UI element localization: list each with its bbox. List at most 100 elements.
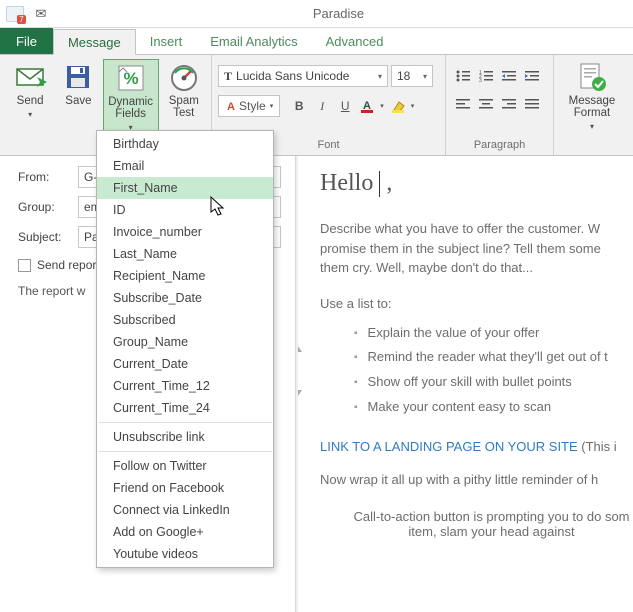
spam-test-label: Spam Test (169, 95, 199, 119)
menu-separator (98, 451, 272, 452)
landing-page-link[interactable]: LINK TO A LANDING PAGE ON YOUR SITE (320, 439, 578, 454)
tab-email-analytics[interactable]: Email Analytics (196, 28, 311, 54)
menu-separator (98, 422, 272, 423)
font-size-value: 18 (397, 69, 410, 83)
menu-item[interactable]: Current_Date (97, 353, 273, 375)
svg-text:A: A (227, 101, 235, 113)
bullets-button[interactable] (452, 65, 474, 87)
svg-text:%: % (123, 69, 138, 88)
greeting-line: Hello , (320, 170, 633, 197)
dynamic-fields-button[interactable]: % Dynamic Fields ▾ (103, 59, 159, 137)
menu-item[interactable]: Group_Name (97, 331, 273, 353)
menu-item[interactable]: Follow on Twitter (97, 455, 273, 477)
menu-item[interactable]: Subscribe_Date (97, 287, 273, 309)
indent-button[interactable] (521, 65, 543, 87)
list-item: Explain the value of your offer (354, 321, 633, 346)
paragraph-1: Describe what you have to offer the cust… (320, 219, 633, 278)
caret-icon: ▾ (590, 121, 594, 133)
menu-item[interactable]: Subscribed (97, 309, 273, 331)
group-label-msgformat (560, 139, 627, 153)
font-family-value: Lucida Sans Unicode (236, 69, 349, 83)
numbering-button[interactable]: 123 (475, 65, 497, 87)
send-icon (14, 61, 46, 93)
list-item: Show off your skill with bullet points (354, 370, 633, 395)
menu-item[interactable]: ID (97, 199, 273, 221)
gauge-icon (168, 61, 200, 93)
tab-message[interactable]: Message (53, 29, 136, 55)
menu-item[interactable]: Youtube videos (97, 543, 273, 565)
menu-item[interactable]: Recipient_Name (97, 265, 273, 287)
save-button[interactable]: Save (58, 59, 98, 109)
list-item: Remind the reader what they'll get out o… (354, 345, 633, 370)
comma: , (386, 170, 392, 197)
send-report-checkbox[interactable] (18, 259, 31, 272)
send-report-label: Send report (37, 258, 100, 272)
caret-icon: ▾ (28, 109, 32, 121)
dynamic-fields-label: Dynamic Fields (108, 96, 153, 120)
cta-text: Call-to-action button is prompting you t… (320, 509, 633, 539)
group-label-paragraph: Paragraph (452, 139, 547, 153)
message-format-label: Message Format (569, 95, 616, 119)
menu-item[interactable]: Invoice_number (97, 221, 273, 243)
menu-item[interactable]: Friend on Facebook (97, 477, 273, 499)
style-button[interactable]: A Style ▾ (218, 95, 280, 117)
dynamic-fields-menu[interactable]: BirthdayEmailFirst_NameIDInvoice_numberL… (96, 130, 274, 568)
editor-pane[interactable]: Hello , Describe what you have to offer … (296, 156, 633, 612)
tab-advanced[interactable]: Advanced (312, 28, 398, 54)
ribbon: Send ▾ Save % Dynamic Fields ▾ S (0, 54, 633, 156)
svg-text:3: 3 (479, 78, 482, 84)
text-cursor (379, 171, 380, 197)
align-center-button[interactable] (475, 93, 497, 115)
menu-item[interactable]: First_Name (97, 177, 273, 199)
menu-item[interactable]: Email (97, 155, 273, 177)
font-family-select[interactable]: T Lucida Sans Unicode ▾ (218, 65, 388, 87)
font-size-select[interactable]: 18 ▾ (391, 65, 433, 87)
send-button[interactable]: Send ▾ (6, 59, 54, 123)
split-handle[interactable] (296, 346, 300, 396)
send-label: Send (17, 95, 44, 107)
align-left-button[interactable] (452, 93, 474, 115)
italic-button[interactable]: I (311, 95, 333, 117)
font-color-button[interactable]: A▾ (357, 95, 387, 117)
highlight-button[interactable]: ▾ (388, 95, 418, 117)
wrap-line: Now wrap it all up with a pithy little r… (320, 472, 633, 487)
style-a-icon: A (225, 100, 237, 112)
outdent-button[interactable] (498, 65, 520, 87)
percent-icon: % (115, 62, 147, 94)
caret-icon: ▾ (270, 102, 274, 110)
list-label: Use a list to: (320, 296, 633, 311)
subject-label: Subject: (18, 230, 70, 244)
quick-new-icon[interactable]: ✉ (32, 7, 50, 21)
menu-item[interactable]: Current_Time_12 (97, 375, 273, 397)
hello-text: Hello (320, 170, 373, 197)
app-icon (6, 6, 24, 22)
caret-icon: ▾ (378, 72, 382, 81)
save-label: Save (65, 95, 91, 107)
menu-item[interactable]: Unsubscribe link (97, 426, 273, 448)
bullet-list: Explain the value of your offer Remind t… (354, 321, 633, 420)
font-type-icon: T (224, 69, 232, 84)
list-item: Make your content easy to scan (354, 395, 633, 420)
from-label: From: (18, 170, 70, 184)
bold-button[interactable]: B (288, 95, 310, 117)
menu-item[interactable]: Last_Name (97, 243, 273, 265)
link-line: LINK TO A LANDING PAGE ON YOUR SITE (Thi… (320, 439, 633, 454)
group-label: Group: (18, 200, 70, 214)
menu-item[interactable]: Connect via LinkedIn (97, 499, 273, 521)
underline-button[interactable]: U (334, 95, 356, 117)
save-icon (62, 61, 94, 93)
tab-file[interactable]: File (0, 28, 53, 54)
align-right-button[interactable] (498, 93, 520, 115)
menu-item[interactable]: Add on Google+ (97, 521, 273, 543)
caret-icon: ▾ (423, 72, 427, 81)
tab-insert[interactable]: Insert (136, 28, 197, 54)
align-justify-button[interactable] (521, 93, 543, 115)
window-title: Paradise (50, 6, 627, 21)
spam-test-button[interactable]: Spam Test (163, 59, 205, 121)
style-label: Style (239, 99, 266, 113)
message-format-button[interactable]: Message Format ▾ (560, 59, 624, 135)
document-check-icon (576, 61, 608, 93)
menu-item[interactable]: Current_Time_24 (97, 397, 273, 419)
menu-item[interactable]: Birthday (97, 133, 273, 155)
ribbon-tabs: File Message Insert Email Analytics Adva… (0, 28, 633, 54)
